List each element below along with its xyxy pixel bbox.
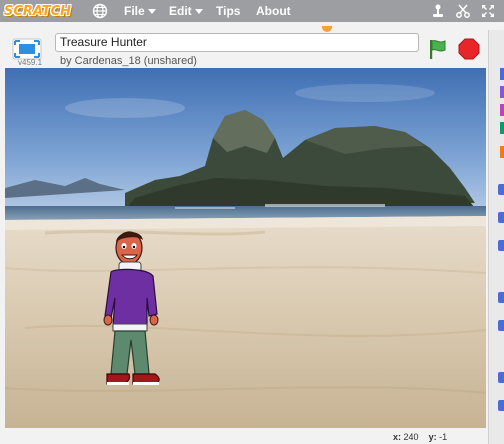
boy-sprite[interactable] (103, 228, 173, 390)
globe-icon[interactable] (92, 3, 108, 19)
version-label: v459.1 (18, 58, 43, 67)
grow-icon[interactable] (480, 3, 496, 19)
menu-about-label: About (256, 4, 291, 18)
menu-tips[interactable]: Tips (216, 3, 240, 19)
menu-about[interactable]: About (256, 3, 291, 19)
menu-bar: SCRATCH File Edit Tips About (0, 0, 504, 22)
stop-icon[interactable] (458, 38, 480, 60)
y-value: -1 (439, 432, 448, 442)
menu-file[interactable]: File (124, 3, 156, 19)
palette-block[interactable] (498, 292, 504, 303)
notification-dot (322, 26, 332, 32)
category-data[interactable] (500, 146, 504, 158)
palette-block[interactable] (498, 212, 504, 223)
palette-block[interactable] (498, 400, 504, 411)
project-title-input[interactable]: Treasure Hunter (55, 33, 419, 52)
stage-backdrop (5, 68, 486, 428)
x-label: x: (393, 432, 402, 442)
green-flag-icon[interactable] (426, 38, 448, 60)
category-looks[interactable] (500, 86, 504, 98)
category-motion[interactable] (500, 68, 504, 80)
y-label: y: (428, 432, 437, 442)
menu-file-label: File (124, 4, 145, 18)
duplicate-icon[interactable] (430, 3, 446, 19)
palette-block[interactable] (498, 240, 504, 251)
chevron-down-icon (194, 8, 203, 14)
stage[interactable] (5, 68, 486, 428)
cut-icon[interactable] (455, 3, 471, 19)
menu-edit-label: Edit (169, 4, 192, 18)
logo-text: SCRATCH (4, 4, 72, 19)
menu-edit[interactable]: Edit (169, 3, 203, 19)
chevron-down-icon (147, 8, 156, 14)
x-value: 240 (403, 432, 419, 442)
category-pen[interactable] (500, 122, 504, 134)
scratch-logo[interactable]: SCRATCH (4, 2, 71, 20)
project-byline: by Cardenas_18 (unshared) (60, 55, 197, 67)
mouse-coordinates: x: 240 y: -1 (393, 432, 447, 442)
category-sound[interactable] (500, 104, 504, 116)
palette-block[interactable] (498, 184, 504, 195)
fullscreen-icon[interactable] (12, 38, 42, 60)
palette-block[interactable] (498, 320, 504, 331)
palette-block[interactable] (498, 372, 504, 383)
menu-tips-label: Tips (216, 4, 241, 18)
